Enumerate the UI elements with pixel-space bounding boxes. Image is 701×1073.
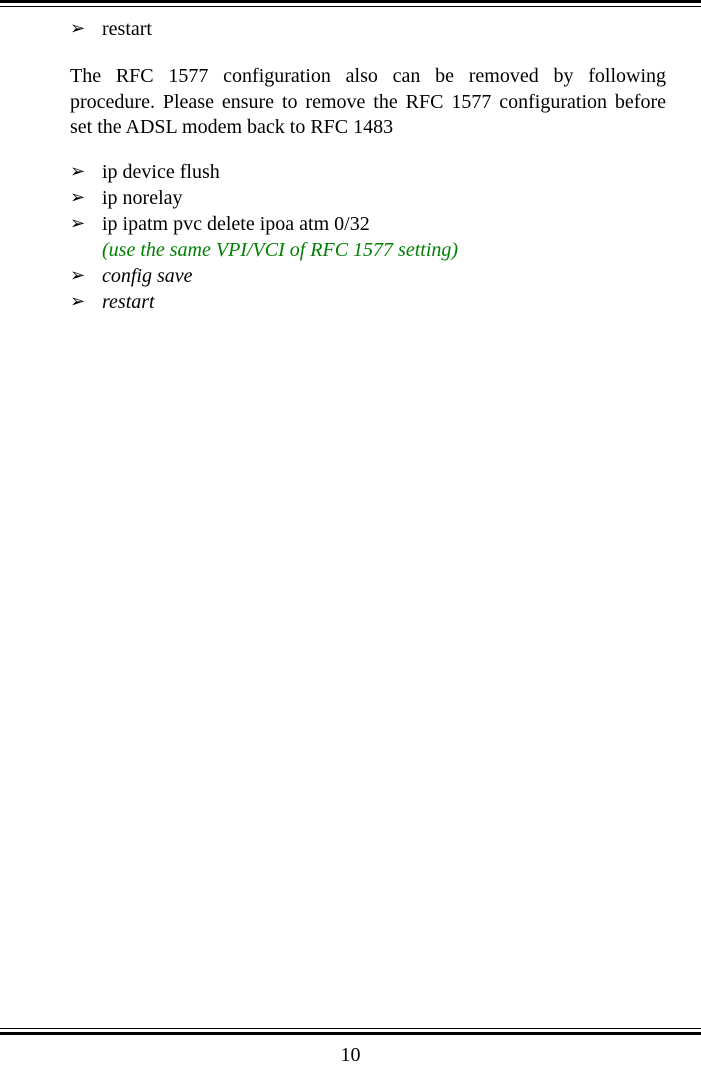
border-thin — [0, 6, 701, 7]
list-item: ➢ restart — [70, 16, 666, 42]
list-item: ➢ ip ipatm pvc delete ipoa atm 0/32 — [70, 211, 666, 237]
bullet-arrow-icon: ➢ — [70, 185, 102, 209]
bullet-text: config save — [102, 263, 666, 289]
list-item: ➢ config save — [70, 263, 666, 289]
list-item: ➢ ip norelay — [70, 185, 666, 211]
paragraph-text: The RFC 1577 configuration also can be r… — [70, 64, 666, 141]
page-content: ➢ restart The RFC 1577 configuration als… — [0, 0, 701, 1073]
bullet-arrow-icon: ➢ — [70, 263, 102, 287]
border-thick — [0, 1032, 701, 1035]
border-thin — [0, 1028, 701, 1029]
bullet-arrow-icon: ➢ — [70, 159, 102, 183]
bullet-arrow-icon: ➢ — [70, 211, 102, 235]
bottom-border — [0, 1028, 701, 1035]
bullet-text: ip device flush — [102, 159, 666, 185]
bullet-text: ip ipatm pvc delete ipoa atm 0/32 — [102, 211, 666, 237]
page-number: 10 — [0, 1044, 701, 1067]
bullet-arrow-icon: ➢ — [70, 289, 102, 313]
bullet-text: ip norelay — [102, 185, 666, 211]
top-border — [0, 0, 701, 7]
list-item: ➢ ip device flush — [70, 159, 666, 185]
bullet-text: restart — [102, 289, 666, 315]
note-text: (use the same VPI/VCI of RFC 1577 settin… — [70, 237, 666, 263]
border-thick — [0, 0, 701, 3]
content-area: ➢ restart The RFC 1577 configuration als… — [35, 0, 666, 315]
bullet-text: restart — [102, 16, 666, 42]
bullet-arrow-icon: ➢ — [70, 16, 102, 40]
list-item: ➢ restart — [70, 289, 666, 315]
